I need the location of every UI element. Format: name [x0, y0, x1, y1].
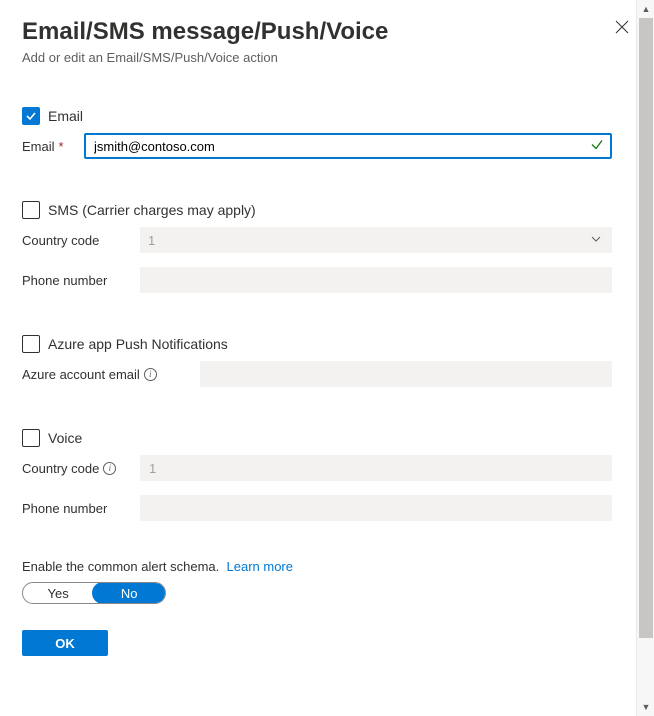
- schema-text-row: Enable the common alert schema. Learn mo…: [22, 559, 635, 574]
- action-panel: Email/SMS message/Push/Voice Add or edit…: [0, 0, 635, 716]
- sms-phone-label: Phone number: [22, 273, 140, 288]
- info-icon[interactable]: i: [103, 462, 116, 475]
- push-email-input[interactable]: [200, 361, 612, 387]
- email-check-label: Email: [48, 108, 83, 124]
- sms-country-label: Country code: [22, 233, 140, 248]
- voice-section: Voice Country code i Phone number: [22, 429, 635, 521]
- sms-phone-input[interactable]: [140, 267, 612, 293]
- push-section: Azure app Push Notifications Azure accou…: [22, 335, 635, 387]
- email-field-label: Email *: [22, 139, 84, 154]
- scrollbar[interactable]: ▲ ▼: [636, 0, 654, 716]
- email-input[interactable]: [84, 133, 612, 159]
- panel-title: Email/SMS message/Push/Voice: [22, 18, 635, 46]
- close-button[interactable]: [615, 20, 629, 37]
- chevron-down-icon: [590, 233, 602, 248]
- scroll-thumb[interactable]: [639, 18, 653, 638]
- sms-country-select[interactable]: 1: [140, 227, 612, 253]
- info-icon[interactable]: i: [144, 368, 157, 381]
- sms-country-value: 1: [140, 227, 612, 253]
- valid-icon: [590, 138, 604, 155]
- push-checkbox[interactable]: [22, 335, 40, 353]
- close-icon: [615, 20, 629, 34]
- email-section: Email Email *: [22, 107, 635, 159]
- voice-country-input[interactable]: [140, 455, 612, 481]
- panel-subtitle: Add or edit an Email/SMS/Push/Voice acti…: [22, 50, 635, 65]
- ok-button[interactable]: OK: [22, 630, 108, 656]
- voice-country-label: Country code i: [22, 461, 140, 476]
- toggle-yes[interactable]: Yes: [23, 583, 93, 603]
- schema-toggle[interactable]: Yes No: [22, 582, 166, 604]
- checkmark-icon: [25, 110, 37, 122]
- voice-checkbox[interactable]: [22, 429, 40, 447]
- sms-check-label: SMS (Carrier charges may apply): [48, 202, 256, 218]
- sms-checkbox[interactable]: [22, 201, 40, 219]
- voice-phone-input[interactable]: [140, 495, 612, 521]
- required-mark: *: [59, 139, 64, 154]
- push-email-label: Azure account email i: [22, 367, 200, 382]
- voice-check-label: Voice: [48, 430, 82, 446]
- email-checkbox[interactable]: [22, 107, 40, 125]
- sms-section: SMS (Carrier charges may apply) Country …: [22, 201, 635, 293]
- learn-more-link[interactable]: Learn more: [227, 559, 293, 574]
- toggle-no[interactable]: No: [92, 582, 166, 604]
- scroll-down-arrow[interactable]: ▼: [637, 698, 654, 716]
- schema-text: Enable the common alert schema.: [22, 559, 219, 574]
- scroll-up-arrow[interactable]: ▲: [637, 0, 654, 18]
- voice-phone-label: Phone number: [22, 501, 140, 516]
- push-check-label: Azure app Push Notifications: [48, 336, 228, 352]
